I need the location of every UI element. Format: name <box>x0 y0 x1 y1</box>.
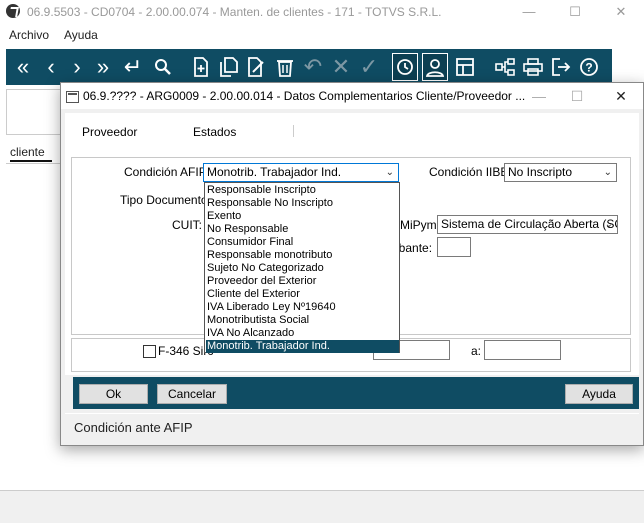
tipo-documento-label: Tipo Documento: <box>120 193 211 207</box>
main-status-area <box>0 490 644 523</box>
print-icon[interactable] <box>520 53 546 81</box>
first-record-icon[interactable]: « <box>10 53 36 81</box>
cancel-button[interactable]: Cancelar <box>157 384 227 404</box>
chevron-down-icon: ⌄ <box>604 219 613 230</box>
dropdown-option[interactable]: Responsable monotributo <box>206 249 399 262</box>
dropdown-option[interactable]: Responsable No Inscripto <box>206 197 399 210</box>
new-document-icon[interactable] <box>188 53 214 81</box>
dialog-button-bar: Ok Cancelar Ayuda <box>73 377 639 409</box>
dropdown-option[interactable]: Consumidor Final <box>206 236 399 249</box>
enter-icon[interactable]: ↵ <box>120 53 146 81</box>
help-button[interactable]: Ayuda <box>565 384 633 404</box>
field-help-status: Condición ante AFIP <box>74 420 193 435</box>
cancel-x-icon[interactable]: ✕ <box>328 53 354 81</box>
dropdown-option[interactable]: Monotributista Social <box>206 314 399 327</box>
a-label: a: <box>471 344 482 358</box>
dropdown-option[interactable]: IVA No Alcanzado <box>206 327 399 340</box>
tab-cliente[interactable]: cliente <box>10 145 45 159</box>
menu-archivo[interactable]: Archivo <box>9 28 49 42</box>
exit-icon[interactable] <box>548 53 574 81</box>
search-icon[interactable] <box>150 53 176 81</box>
minimize-icon[interactable]: — <box>506 0 552 24</box>
dropdown-option[interactable]: Responsable Inscripto <box>206 184 399 197</box>
user-icon[interactable] <box>422 53 448 81</box>
condicion-afip-select[interactable]: Monotrib. Trabajador Ind. ⌄ <box>203 163 399 182</box>
comprobante-input[interactable] <box>437 237 471 257</box>
confirm-check-icon[interactable]: ✓ <box>356 53 382 81</box>
datos-complementarios-dialog: 06.9.???? - ARG0009 - 2.00.00.014 - Dato… <box>60 82 644 446</box>
dropdown-option[interactable]: Proveedor del Exterior <box>206 275 399 288</box>
last-record-icon[interactable]: » <box>90 53 116 81</box>
copy-document-icon[interactable] <box>216 53 242 81</box>
mipyme-select[interactable]: Sistema de Circulação Aberta (SC ⌄ <box>437 215 618 234</box>
mipyme-value: Sistema de Circulação Aberta (SC <box>441 217 618 231</box>
dialog-maximize-icon[interactable]: ☐ <box>557 83 597 109</box>
main-separator <box>6 163 61 164</box>
dropdown-option-selected[interactable]: Monotrib. Trabajador Ind. <box>206 340 399 353</box>
condicion-iibb-value: No Inscripto <box>508 165 573 179</box>
chevron-down-icon: ⌄ <box>603 167 612 178</box>
condicion-iibb-label: Condición IIBB: <box>429 165 512 179</box>
dropdown-option[interactable]: No Responsable <box>206 223 399 236</box>
tab-cliente-underline <box>10 160 52 162</box>
cuit-label: CUIT: <box>172 218 202 232</box>
prev-record-icon[interactable]: ‹ <box>38 53 64 81</box>
dropdown-option[interactable]: Cliente del Exterior <box>206 288 399 301</box>
dialog-window-icon <box>66 91 79 103</box>
main-window-title: 06.9.5503 - CD0704 - 2.00.00.074 - Mante… <box>27 5 442 19</box>
dialog-title-bar: 06.9.???? - ARG0009 - 2.00.00.014 - Dato… <box>61 83 643 109</box>
f346-sirc-checkbox[interactable] <box>143 345 156 358</box>
menu-ayuda[interactable]: Ayuda <box>64 28 98 42</box>
status-separator <box>65 413 639 414</box>
close-icon[interactable]: ✕ <box>598 0 644 24</box>
main-title-bar: 06.9.5503 - CD0704 - 2.00.00.074 - Mante… <box>0 0 644 24</box>
main-toolbar: « ‹ › » ↵ ↶ ✕ ✓ ? <box>6 49 612 85</box>
tree-icon[interactable] <box>492 53 518 81</box>
dialog-tabs <box>65 113 639 137</box>
sirc-to-input[interactable] <box>484 340 561 360</box>
chevron-down-icon: ⌄ <box>385 167 394 178</box>
condicion-iibb-select[interactable]: No Inscripto ⌄ <box>504 163 617 182</box>
dialog-close-icon[interactable]: ✕ <box>601 83 641 109</box>
svg-text:?: ? <box>585 61 592 75</box>
undo-icon[interactable]: ↶ <box>300 53 326 81</box>
totvs-app-icon <box>6 4 20 18</box>
help-icon[interactable]: ? <box>576 53 602 81</box>
condicion-afip-dropdown-list: Responsable Inscripto Responsable No Ins… <box>204 182 400 353</box>
dropdown-option[interactable]: IVA Liberado Ley Nº19640 <box>206 301 399 314</box>
layout-icon[interactable] <box>452 53 478 81</box>
delete-icon[interactable] <box>272 53 298 81</box>
dropdown-option[interactable]: Exento <box>206 210 399 223</box>
history-icon[interactable] <box>392 53 418 81</box>
condicion-afip-value: Monotrib. Trabajador Ind. <box>207 165 342 179</box>
ok-button[interactable]: Ok <box>79 384 148 404</box>
dropdown-option[interactable]: Sujeto No Categorizado <box>206 262 399 275</box>
menu-bar: Archivo Ayuda <box>0 24 644 46</box>
edit-document-icon[interactable] <box>244 53 270 81</box>
dialog-minimize-icon[interactable]: — <box>519 83 559 109</box>
dialog-title: 06.9.???? - ARG0009 - 2.00.00.014 - Dato… <box>83 89 526 103</box>
main-left-panel <box>6 89 63 135</box>
condicion-afip-label: Condición AFIP: <box>124 165 211 179</box>
next-record-icon[interactable]: › <box>64 53 90 81</box>
maximize-icon[interactable]: ☐ <box>552 0 598 24</box>
